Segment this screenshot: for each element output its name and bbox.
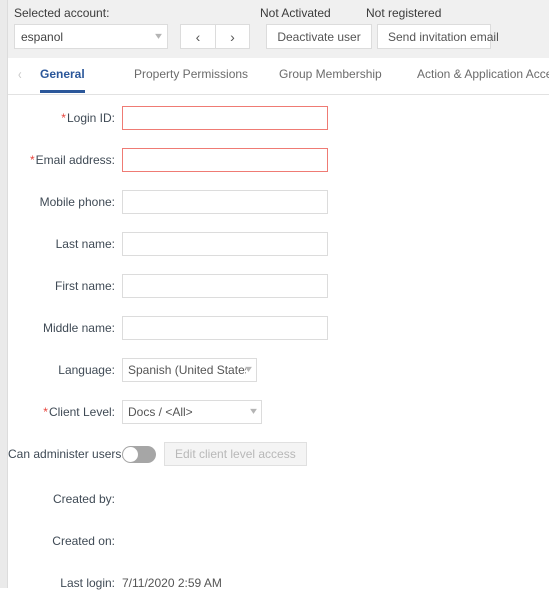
required-marker: * (29, 153, 35, 167)
required-marker: * (61, 111, 66, 125)
activation-status-label: Not Activated (260, 6, 331, 20)
created-on-label: Created on: (52, 534, 115, 548)
tab-bar: ‹ General Property Permissions Group Mem… (8, 58, 549, 94)
client-level-label-text: Client Level: (48, 405, 115, 419)
last-name-input[interactable] (122, 232, 328, 256)
edit-client-level-access-button[interactable]: Edit client level access (164, 442, 307, 466)
field-row-created-by: Created by: (8, 486, 549, 512)
selected-account-value: espanol (21, 29, 64, 44)
deactivate-user-button[interactable]: Deactivate user (266, 24, 372, 49)
account-nav-group: ‹ › (180, 24, 250, 49)
registration-status-label: Not registered (366, 6, 442, 20)
general-form: *Login ID: *Email address: Mobile phone:… (8, 95, 549, 590)
email-address-input[interactable] (122, 148, 328, 172)
last-name-label: Last name: (55, 237, 115, 251)
required-marker: * (43, 405, 48, 419)
language-label: Language: (58, 363, 115, 377)
first-name-label: First name: (54, 279, 115, 293)
created-by-label: Created by: (52, 492, 115, 506)
login-id-label: *Login ID: (8, 111, 122, 125)
field-row-client-level: *Client Level: Docs / <All> ▾ (8, 399, 549, 425)
middle-name-input[interactable] (122, 316, 328, 340)
field-row-middle-name: Middle name: (8, 315, 549, 341)
middle-name-label: Middle name: (42, 321, 115, 335)
login-id-input[interactable] (122, 106, 328, 130)
previous-account-button[interactable]: ‹ (181, 25, 215, 48)
toggle-knob (123, 446, 138, 462)
can-administer-users-toggle[interactable] (122, 445, 156, 463)
field-row-last-login: Last login: 7/11/2020 2:59 AM (8, 570, 549, 596)
field-row-can-administer-users: Can administer users: Edit client level … (8, 441, 549, 467)
email-address-label-text: Email address: (35, 153, 115, 167)
language-value: Spanish (United States) (128, 363, 246, 377)
send-invitation-email-button[interactable]: Send invitation email (377, 24, 499, 49)
client-level-dropdown[interactable]: Docs / <All> ▾ (122, 400, 262, 424)
chevron-down-icon: ▾ (155, 30, 162, 42)
mobile-phone-input[interactable] (122, 190, 328, 214)
login-id-label-text: Login ID: (66, 111, 115, 125)
field-row-last-name: Last name: (8, 231, 549, 257)
left-rail (0, 0, 8, 588)
tab-general[interactable]: General (40, 67, 85, 93)
chevron-down-icon: ▾ (250, 406, 257, 417)
chevron-down-icon: ▾ (245, 364, 252, 375)
account-header: Selected account: espanol ▾ ‹ › Not Acti… (8, 0, 549, 58)
field-row-email-address: *Email address: (8, 147, 549, 173)
field-row-first-name: First name: (8, 273, 549, 299)
field-row-mobile-phone: Mobile phone: (8, 189, 549, 215)
selected-account-label: Selected account: (14, 6, 110, 20)
chevron-left-icon[interactable]: ‹ (18, 67, 22, 83)
email-address-label: *Email address: (8, 153, 122, 167)
tab-group-membership[interactable]: Group Membership (279, 67, 382, 90)
selected-account-dropdown[interactable]: espanol ▾ (14, 24, 168, 49)
client-level-label: *Client Level: (8, 405, 122, 419)
first-name-input[interactable] (122, 274, 328, 298)
field-row-login-id: *Login ID: (8, 105, 549, 131)
tab-property-permissions[interactable]: Property Permissions (134, 67, 248, 90)
field-row-created-on: Created on: (8, 528, 549, 554)
field-row-language: Language: Spanish (United States) ▾ (8, 357, 549, 383)
next-account-button[interactable]: › (215, 25, 249, 48)
mobile-phone-label: Mobile phone: (39, 195, 115, 209)
language-dropdown[interactable]: Spanish (United States) ▾ (122, 358, 257, 382)
can-administer-users-label: Can administer users: (8, 447, 125, 461)
tab-action-application-access[interactable]: Action & Application Access (417, 67, 549, 90)
client-level-value: Docs / <All> (128, 405, 193, 419)
